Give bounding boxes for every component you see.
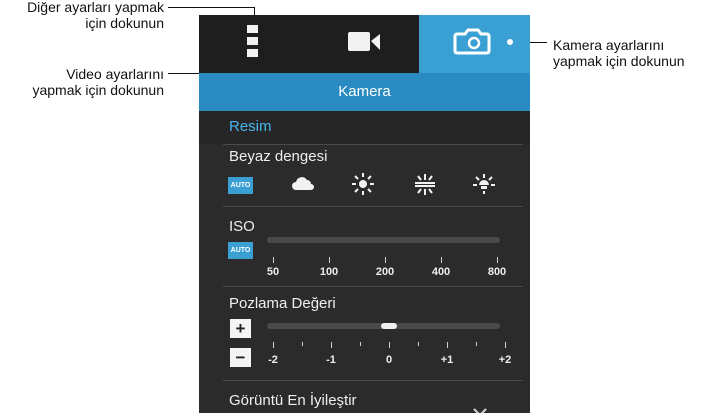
exposure-label: Pozlama Değeri: [229, 295, 336, 312]
iso-slider-track[interactable]: [267, 237, 500, 243]
optimize-label: Görüntü En İyileştir: [229, 392, 357, 409]
exposure-value-label: 0: [385, 354, 393, 366]
incandescent-icon[interactable]: [471, 173, 497, 195]
callout-camera-settings-line2: yapmak için dokunun: [553, 53, 685, 69]
callout-camera-settings-line1: Kamera ayarlarını: [553, 37, 665, 53]
iso-value-label: 800: [487, 266, 507, 278]
exposure-slider-thumb[interactable]: [381, 323, 397, 329]
exposure-decrease-button[interactable]: −: [230, 348, 251, 367]
callout-camera-settings: Kamera ayarlarını yapmak için dokunun: [553, 37, 707, 69]
exposure-group: Pozlama Değeri + − -2 -1 0 +1 +2: [199, 286, 530, 380]
camera-icon: [453, 28, 513, 55]
camera-settings-panel: Kamera Resim Beyaz dengesi AUTO ISO AUTO…: [199, 15, 530, 413]
iso-tick: [329, 257, 330, 263]
iso-tick: [273, 257, 274, 263]
exposure-tick: [360, 342, 361, 346]
more-settings-button[interactable]: [199, 15, 309, 73]
callout-video-settings-line1: Video ayarlarını: [66, 66, 164, 82]
section-header-picture-label: Resim: [229, 118, 272, 135]
white-balance-label: Beyaz dengesi: [229, 148, 328, 165]
exposure-tick: [447, 342, 448, 348]
callout-more-settings-line2: için dokunun: [85, 15, 164, 31]
exposure-value-label: +1: [440, 354, 454, 366]
exposure-increase-button[interactable]: +: [230, 319, 251, 338]
iso-value-label: 100: [319, 266, 339, 278]
exposure-value-label: -2: [268, 354, 278, 366]
exposure-value-label: -1: [326, 354, 336, 366]
iso-tick: [497, 257, 498, 263]
callout-more-settings: Diğer ayarları yapmak için dokunun: [0, 0, 164, 31]
callout-video-settings: Video ayarlarını yapmak için dokunun: [0, 66, 164, 98]
exposure-tick: [389, 342, 390, 348]
callout-more-line: [168, 7, 254, 8]
more-vertical-icon: [247, 25, 258, 57]
exposure-tick: [418, 342, 419, 346]
white-balance-group: Beyaz dengesi AUTO: [199, 144, 530, 206]
iso-tick: [385, 257, 386, 263]
fluorescent-icon[interactable]: [413, 173, 437, 195]
iso-value-label: 50: [266, 266, 280, 278]
cloudy-icon[interactable]: [291, 175, 315, 193]
camera-settings-button[interactable]: [419, 15, 530, 73]
iso-value-label: 400: [431, 266, 451, 278]
iso-auto-button[interactable]: AUTO: [228, 242, 253, 259]
divider: [223, 144, 523, 145]
iso-group: ISO AUTO 50 100 200 400 800: [199, 206, 530, 286]
exposure-tick: [273, 342, 274, 348]
section-header-picture: Resim: [199, 111, 530, 144]
settings-tab-bar: [199, 15, 530, 73]
callout-more-settings-line1: Diğer ayarları yapmak: [27, 0, 164, 15]
callout-video-settings-line2: yapmak için dokunun: [32, 82, 164, 98]
exposure-value-label: +2: [498, 354, 512, 366]
white-balance-auto-button[interactable]: AUTO: [228, 177, 253, 194]
exposure-tick: [476, 342, 477, 346]
video-camera-icon: [348, 32, 380, 51]
optimize-group[interactable]: Görüntü En İyileştir: [199, 380, 530, 413]
iso-value-label: 200: [375, 266, 395, 278]
sunny-icon[interactable]: [351, 173, 375, 195]
video-settings-button[interactable]: [309, 15, 419, 73]
exposure-tick: [302, 342, 303, 346]
iso-label: ISO: [229, 218, 255, 235]
iso-tick: [441, 257, 442, 263]
divider: [223, 380, 523, 381]
exposure-tick: [331, 342, 332, 348]
exposure-tick: [505, 342, 506, 348]
divider: [223, 286, 523, 287]
divider: [223, 206, 523, 207]
panel-title: Kamera: [199, 73, 530, 111]
chevron-down-icon[interactable]: [473, 407, 487, 413]
